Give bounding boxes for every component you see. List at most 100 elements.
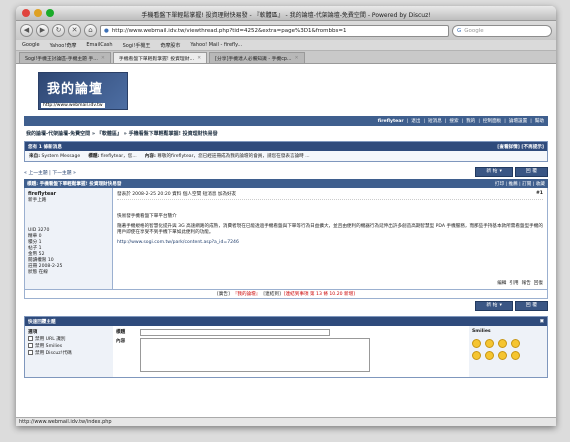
option-row: 禁用 URL 識別 [28, 335, 110, 342]
control-panel-link[interactable]: 控制面板 [483, 118, 501, 124]
smiley-icon[interactable] [472, 351, 481, 360]
search-bar[interactable]: G Google [452, 24, 552, 37]
forum-header: 我的論壇 http://www.webmail.idv.tw [24, 64, 548, 116]
smiley-icon[interactable] [472, 339, 481, 348]
tab-label: [分享]手機達人必備知識 - 手機cp... [215, 56, 292, 62]
pm-content: 內容: 尊敬的fireflytear，您已經註冊成為我的論壇的會員，請您在發表言… [145, 153, 310, 159]
forum-logo[interactable]: 我的論壇 http://www.webmail.idv.tw [38, 72, 128, 110]
subject-label: 標題 [116, 330, 126, 335]
breadcrumb[interactable]: 我的論壇-代架論壇-免費空間 » 『軟體區』 » 手機看盤下單輕鬆掌握! 投資理… [24, 126, 548, 141]
reply-button[interactable]: 回 覆 [514, 167, 548, 177]
pm-notice-header: 您有 1 條新消息 [查看詳情] [不再提示] [25, 142, 547, 151]
post-author-panel: fireflytear 新手上路 UID 3270 精華 0 積分 1 帖子 1… [25, 188, 113, 289]
thread-nav-row-bottom: 新 帖 ▾ 回 覆 [24, 299, 548, 313]
report-link[interactable]: 報告 [522, 280, 531, 286]
option-label: 禁用 URL 識別 [35, 336, 66, 342]
prev-next-thread-links[interactable]: « 上一主題 | 下一主題 » [24, 169, 76, 176]
bookmark-item[interactable]: Yahoo! Mail - firefly... [190, 42, 242, 48]
thread-actions[interactable]: 打印 | 推薦 | 訂閱 | 收藏 [495, 181, 545, 187]
disable-discuz-code-checkbox[interactable] [28, 350, 33, 355]
pm-content-label: 內容: [144, 154, 156, 159]
bookmarks-bar: Google Yahoo!奇摩 EmailCash Sogi!手機王 奇摩股市 … [16, 40, 556, 51]
site-icon: ● [104, 27, 109, 34]
reply-button[interactable]: 回 覆 [514, 301, 548, 311]
messages-link[interactable]: 短消息 [428, 118, 442, 124]
bookmark-item[interactable]: Yahoo!奇摩 [50, 42, 77, 49]
tab-label: 手機看盤下單輕鬆掌握! 投資理財... [118, 56, 195, 62]
disable-url-checkbox[interactable] [28, 336, 33, 341]
smilies-grid [472, 339, 544, 360]
ad-suffix[interactable]: [連結到事項 第 13 條 10.20 新增] [284, 291, 355, 297]
new-post-button[interactable]: 新 帖 ▾ [475, 167, 513, 177]
url-bar[interactable]: ● http://www.webmail.idv.tw/viewthread.p… [100, 24, 449, 37]
forward-button[interactable]: ▶ [36, 24, 49, 37]
ad-prefix: [廣告] [217, 292, 230, 297]
post-buttons: 新 帖 ▾ 回 覆 [475, 167, 548, 177]
post-meta-text[interactable]: 發表於 2008-2-25 20:20 資料 個人空間 短消息 加為好友 [117, 191, 236, 197]
close-tab-icon[interactable]: ✕ [101, 56, 105, 61]
close-tab-icon[interactable]: ✕ [197, 56, 201, 61]
bookmark-item[interactable]: Google [22, 42, 40, 48]
smiley-icon[interactable] [485, 351, 494, 360]
subject-input[interactable] [140, 329, 330, 336]
pm-from-value[interactable]: System Message [42, 154, 81, 159]
post-meta: 發表於 2008-2-25 20:20 資料 個人空間 短消息 加為好友 #1 [117, 191, 543, 200]
search-placeholder: Google [464, 27, 484, 34]
smiley-icon[interactable] [498, 339, 507, 348]
browser-tab[interactable]: [分享]手機達人必備知識 - 手機cp... ✕ [209, 52, 305, 63]
bookmark-item[interactable]: Sogi!手機王 [123, 42, 151, 49]
tab-label: Sogi!手機王討論區-手機主題 手... [25, 56, 98, 62]
post-body-text: 隨著手機規格的智慧化提升與 3G 高速網路的成熟，消費者現在已能透過手機看盤與下… [117, 224, 543, 235]
search-engine-icon: G [457, 27, 462, 34]
new-post-label: 新 帖 [486, 169, 498, 174]
smilies-label: Smilies [472, 329, 491, 334]
bookmark-item[interactable]: 奇摩股市 [160, 42, 180, 49]
browser-tab-active[interactable]: 手機看盤下單輕鬆掌握! 投資理財... ✕ [112, 52, 208, 63]
edit-link[interactable]: 編輯 [497, 280, 506, 286]
collapse-icon[interactable]: ▣ [540, 319, 544, 324]
content-textarea[interactable] [140, 338, 370, 372]
ad-red-text[interactable]: 『我的論壇』 [233, 291, 261, 297]
quick-reply-options: 選項 禁用 URL 識別 禁用 Smilies 禁用 Discuz!代碼 [25, 326, 113, 377]
quick-reply-box: 快速回覆主題 ▣ 選項 禁用 URL 識別 禁用 Smilies 禁用 Disc… [24, 316, 548, 378]
chevron-down-icon: ▾ [499, 169, 502, 174]
bookmark-item[interactable]: EmailCash [86, 42, 112, 48]
logout-link[interactable]: 退出 [411, 118, 420, 124]
quick-reply-body: 選項 禁用 URL 識別 禁用 Smilies 禁用 Discuz!代碼 標題 … [25, 326, 547, 377]
smiley-icon[interactable] [485, 339, 494, 348]
smiley-icon[interactable] [511, 339, 520, 348]
smilies-panel: Smilies [469, 326, 547, 377]
pm-subject-value[interactable]: fireflytear，您... [101, 154, 137, 159]
search-link[interactable]: 搜索 [449, 118, 458, 124]
home-button[interactable]: ⌂ [84, 24, 97, 37]
post-body-link[interactable]: http://www.sogi.com.tw/park/content.asp?… [117, 240, 543, 246]
back-button[interactable]: ◀ [20, 24, 33, 37]
username-link[interactable]: fireflytear [378, 119, 404, 124]
stop-button[interactable]: ✕ [68, 24, 81, 37]
help-link[interactable]: 幫助 [535, 118, 544, 124]
post-number[interactable]: #1 [536, 191, 543, 197]
close-tab-icon[interactable]: ✕ [295, 56, 299, 61]
window-title: 手機看盤下單輕鬆掌握! 投資理財快易發 - 『軟體區』 - 我的論壇-代架論壇-… [141, 12, 431, 19]
pm-notice-actions[interactable]: [查看詳情] [不再提示] [497, 144, 544, 150]
disable-smilies-checkbox[interactable] [28, 343, 33, 348]
new-post-button[interactable]: 新 帖 ▾ [475, 301, 513, 311]
reload-button[interactable]: ↻ [52, 24, 65, 37]
reply-link[interactable]: 回復 [534, 280, 543, 286]
forum-settings-link[interactable]: 論壇設置 [509, 118, 527, 124]
logo-text: 我的論壇 [47, 82, 104, 97]
ad-middle[interactable]: [連結到] [263, 291, 280, 297]
post-body-title: 快易發手機看盤下單平台簡介 [117, 214, 177, 219]
browser-tab[interactable]: Sogi!手機王討論區-手機主題 手... ✕ [19, 52, 111, 63]
user-bar: fireflytear | 退出 | 短消息 | 搜索 | 我的 | 控制面板 | 論壇設置… [24, 116, 548, 126]
logo-url: http://www.webmail.idv.tw [41, 103, 105, 108]
thread-title: 標題: 手機看盤下單輕鬆掌握! 投資理財快易發 [27, 181, 122, 187]
browser-toolbar: ◀ ▶ ↻ ✕ ⌂ ● http://www.webmail.idv.tw/vi… [16, 21, 556, 40]
subject-row: 標題 [116, 329, 466, 336]
smiley-icon[interactable] [498, 351, 507, 360]
quote-link[interactable]: 引用 [509, 280, 518, 286]
option-row: 禁用 Discuz!代碼 [28, 349, 110, 356]
smiley-icon[interactable] [511, 351, 520, 360]
browser-window: 手機看盤下單輕鬆掌握! 投資理財快易發 - 『軟體區』 - 我的論壇-代架論壇-… [16, 6, 556, 426]
my-link[interactable]: 我的 [466, 118, 475, 124]
